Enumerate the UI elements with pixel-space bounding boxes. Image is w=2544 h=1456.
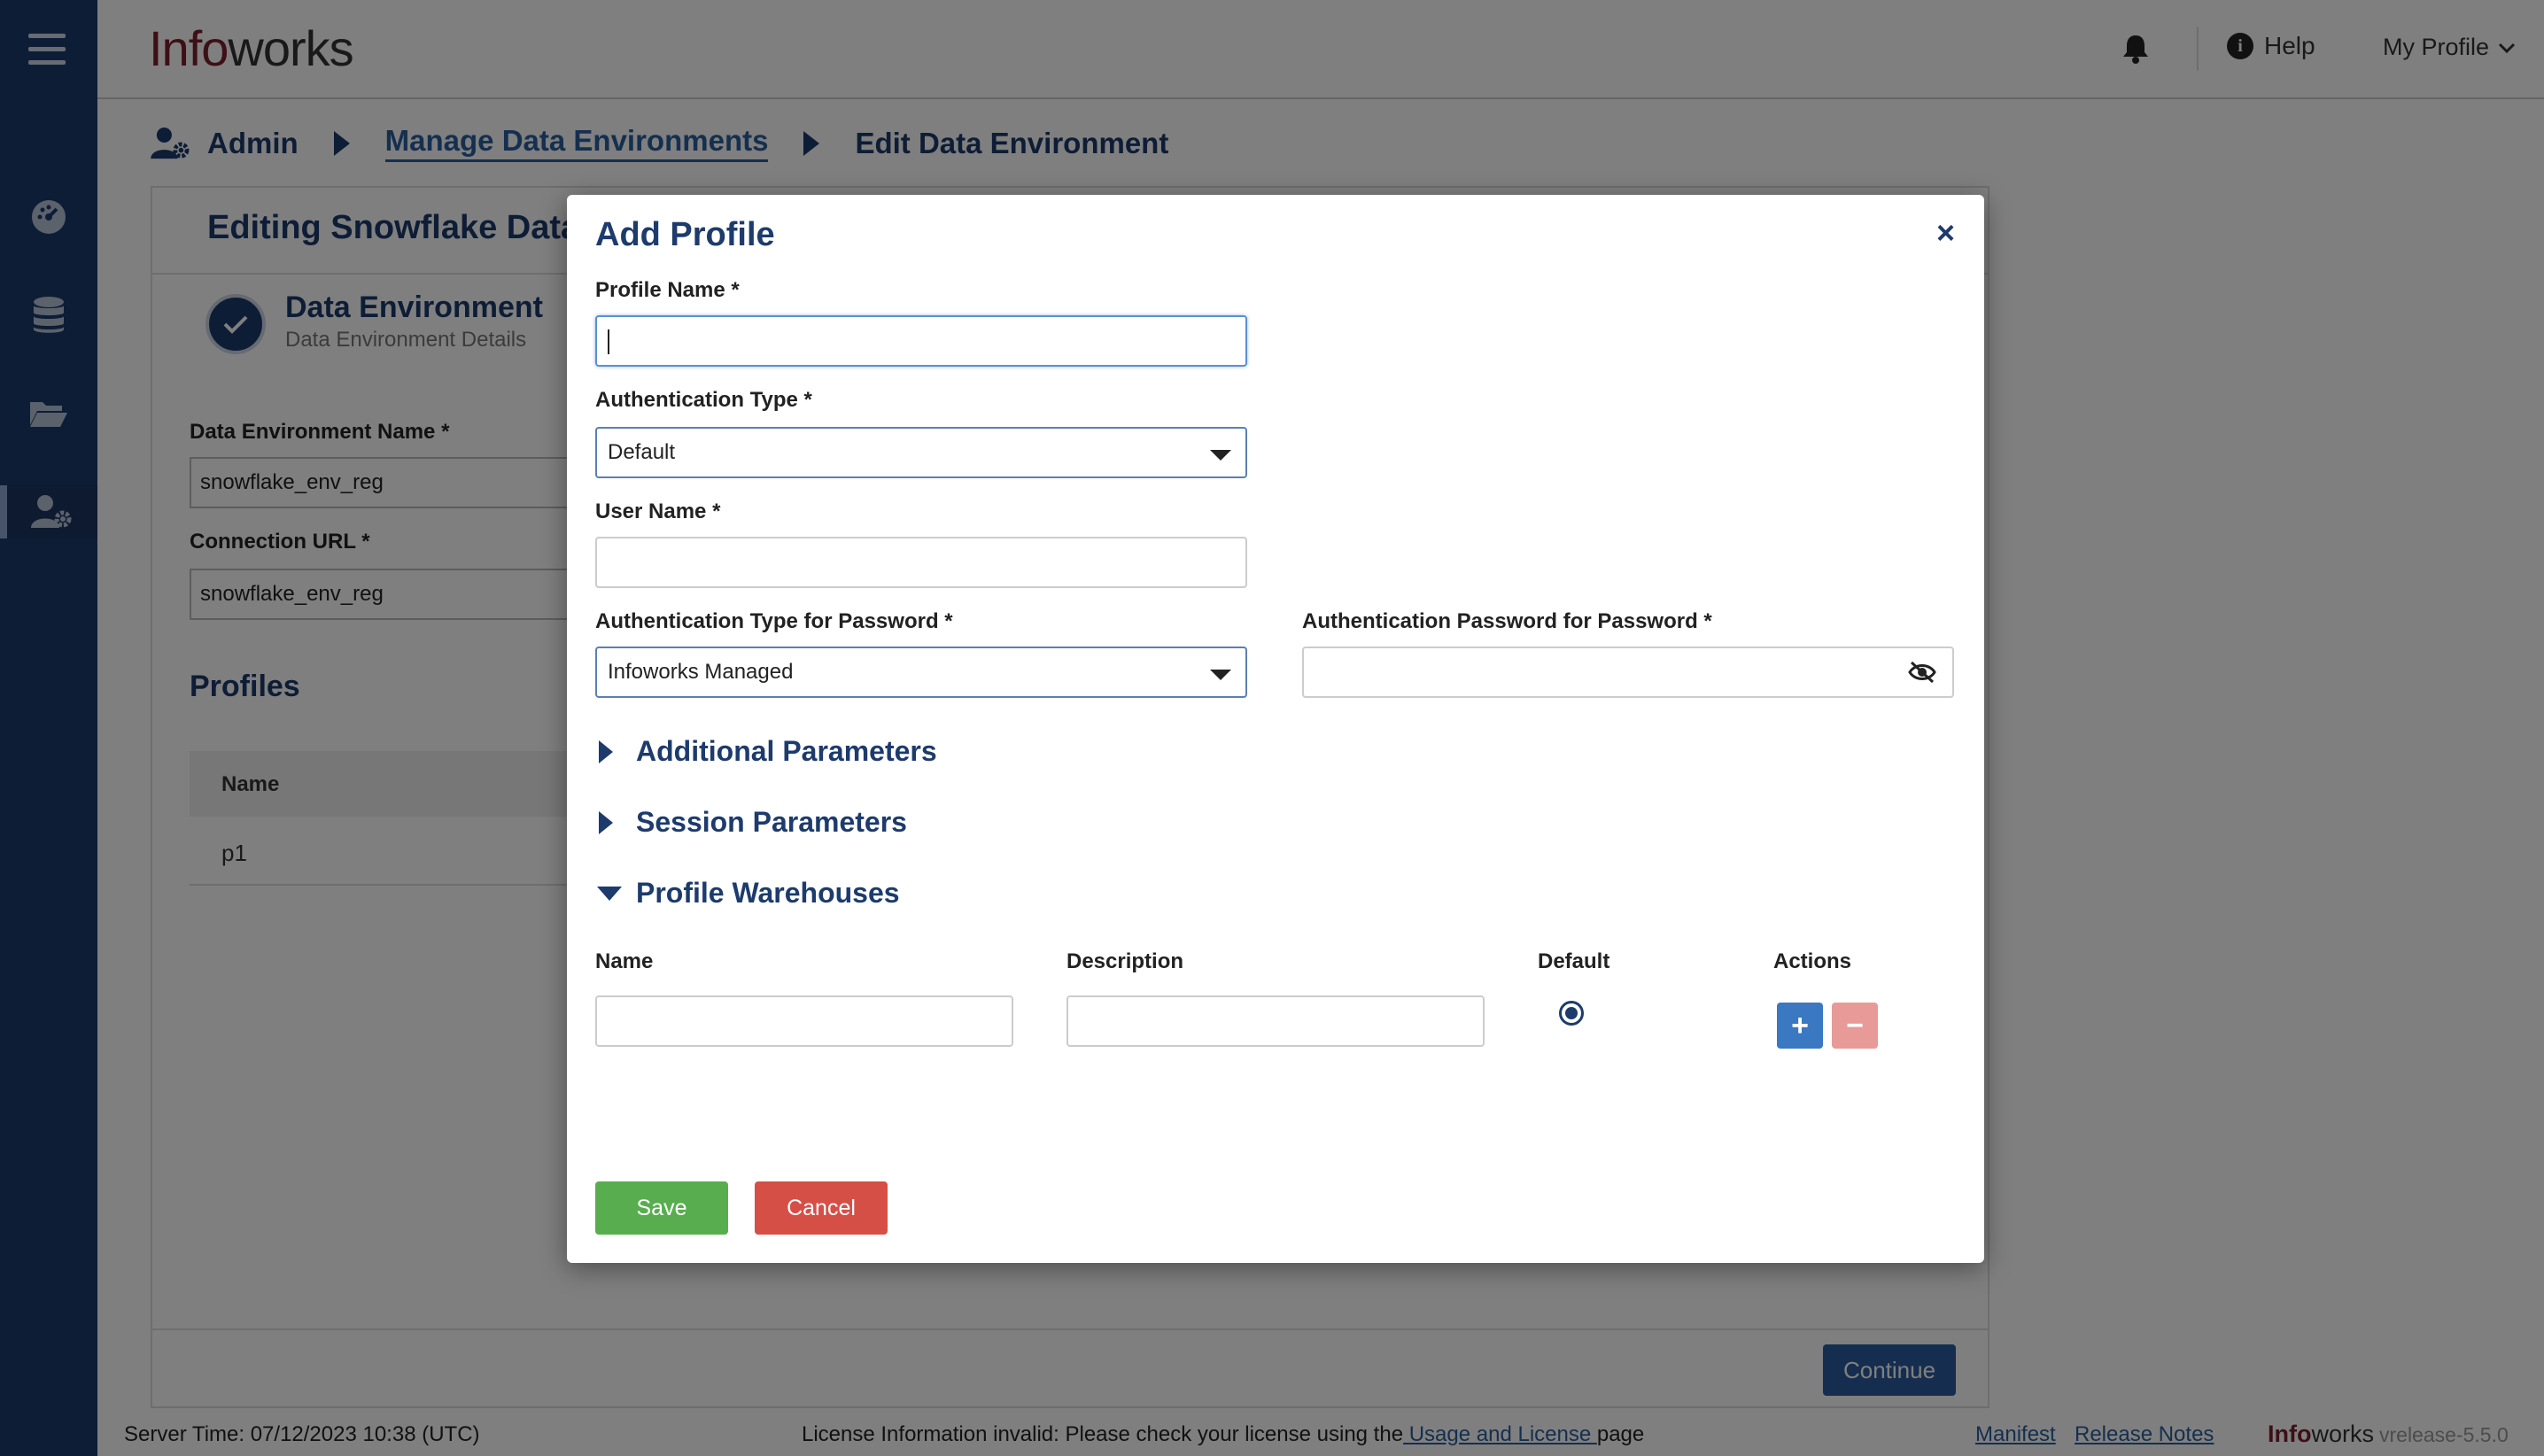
close-icon[interactable]: × — [1936, 214, 1955, 252]
auth-type-password-value: Infoworks Managed — [608, 660, 794, 684]
dialog-title: Add Profile — [595, 216, 775, 253]
caret-down-icon — [597, 886, 622, 901]
auth-type-password-select[interactable]: Infoworks Managed — [595, 647, 1247, 698]
warehouse-name-header: Name — [595, 949, 654, 973]
warehouse-description-header: Description — [1066, 949, 1184, 973]
radio-dot — [1565, 1007, 1578, 1019]
auth-password-input[interactable] — [1302, 647, 1954, 698]
additional-parameters-label: Additional Parameters — [636, 735, 937, 767]
auth-type-label: Authentication Type * — [595, 388, 812, 412]
auth-type-value: Default — [608, 440, 676, 464]
dropdown-arrow-icon — [1210, 450, 1231, 461]
minus-icon[interactable]: − — [1832, 1003, 1878, 1049]
caret-right-icon — [599, 740, 613, 763]
profile-name-input[interactable] — [595, 315, 1247, 367]
session-parameters-label: Session Parameters — [636, 806, 907, 838]
cancel-button[interactable]: Cancel — [755, 1181, 888, 1235]
warehouse-name-input[interactable] — [595, 995, 1013, 1047]
auth-type-password-label: Authentication Type for Password * — [595, 609, 953, 633]
auth-type-select[interactable]: Default — [595, 427, 1247, 478]
warehouse-default-radio[interactable] — [1559, 1001, 1584, 1026]
auth-password-label: Authentication Password for Password * — [1302, 609, 1712, 633]
caret-right-icon — [599, 810, 613, 834]
user-name-input[interactable] — [595, 537, 1247, 588]
warehouse-actions-header: Actions — [1773, 949, 1852, 973]
warehouse-description-input[interactable] — [1066, 995, 1485, 1047]
session-parameters-toggle[interactable]: Session Parameters — [599, 806, 907, 839]
plus-icon[interactable]: + — [1777, 1003, 1823, 1049]
text-caret — [608, 329, 609, 354]
eye-slash-icon[interactable] — [1908, 661, 1936, 688]
warehouse-default-header: Default — [1538, 949, 1610, 973]
profile-name-label: Profile Name * — [595, 278, 740, 302]
additional-parameters-toggle[interactable]: Additional Parameters — [599, 735, 937, 768]
dropdown-arrow-icon — [1210, 670, 1231, 680]
add-profile-dialog: Add Profile × Profile Name * Authenticat… — [567, 195, 1984, 1263]
save-button[interactable]: Save — [595, 1181, 728, 1235]
profile-warehouses-label: Profile Warehouses — [636, 877, 900, 909]
user-name-label: User Name * — [595, 500, 721, 523]
profile-warehouses-toggle[interactable]: Profile Warehouses — [597, 877, 900, 910]
